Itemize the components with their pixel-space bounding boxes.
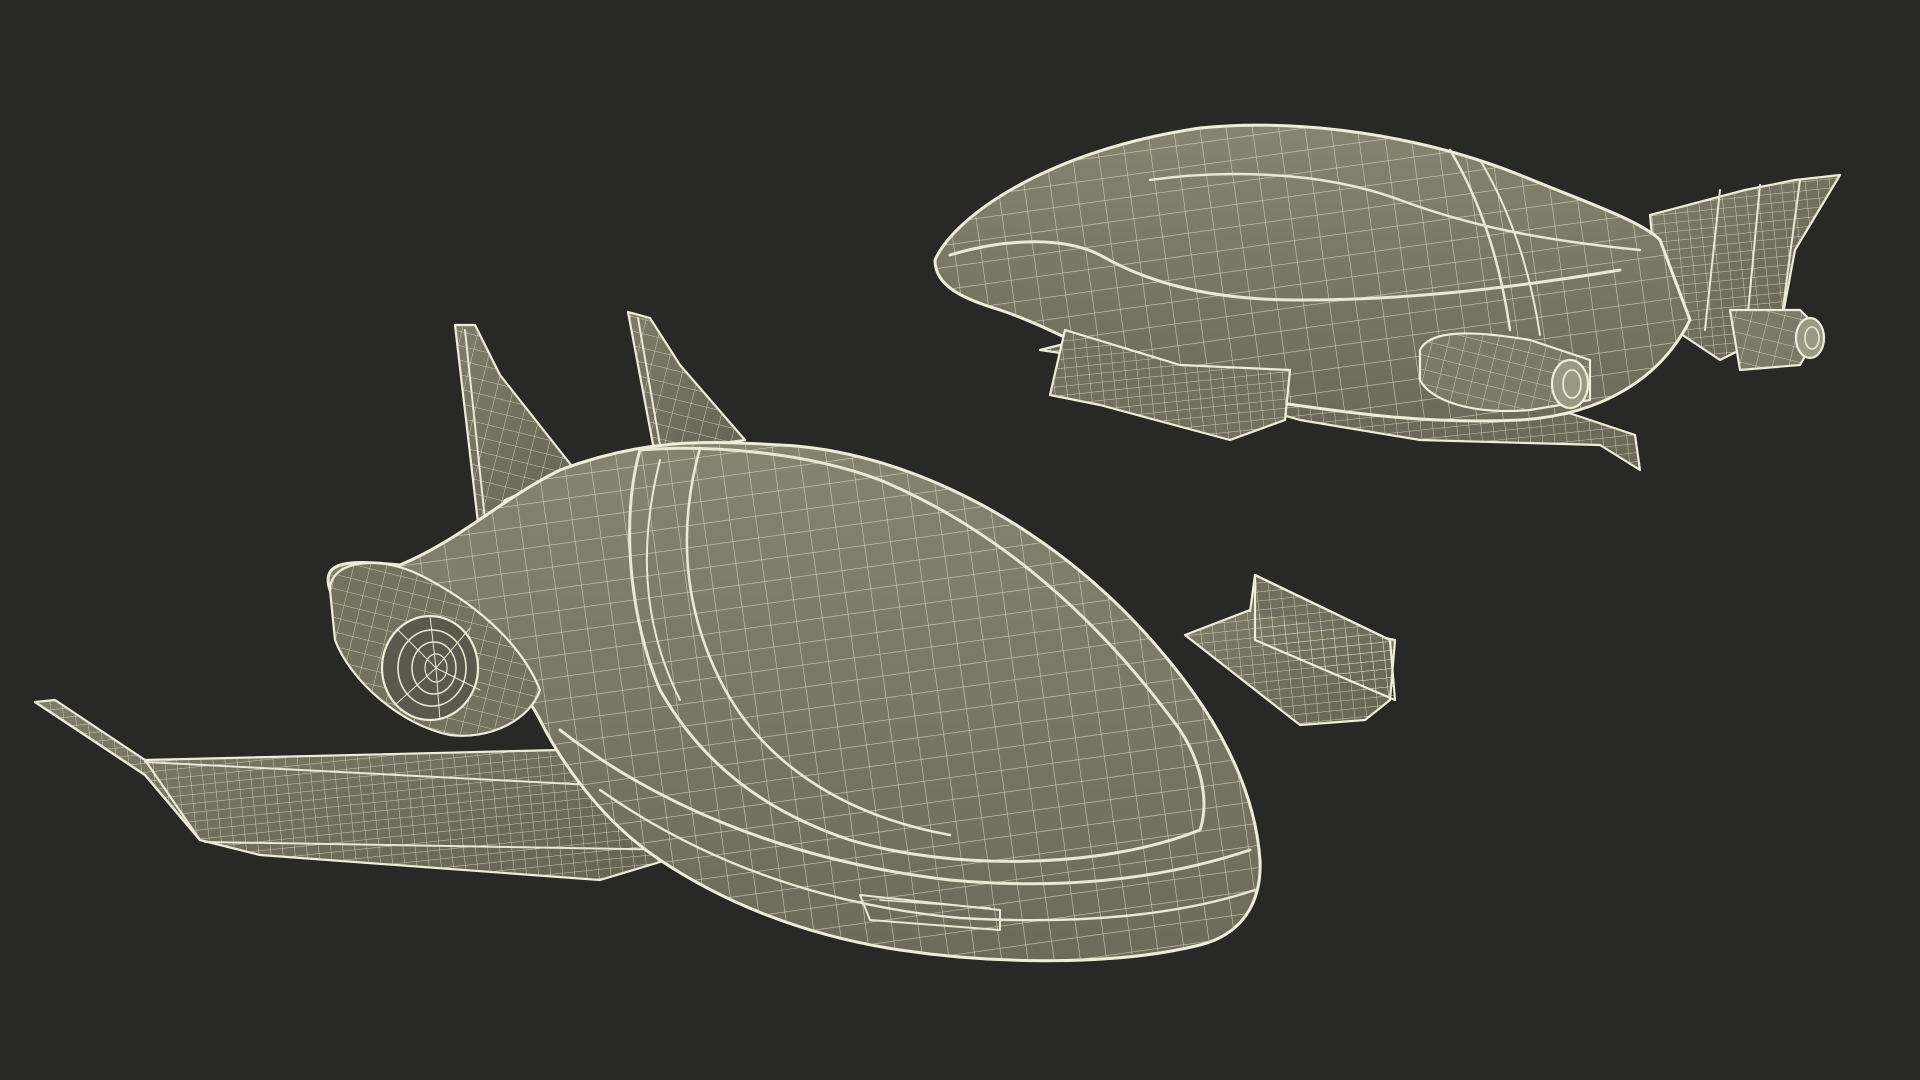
wing-right — [1183, 573, 1397, 727]
engine-pod-right — [1728, 308, 1826, 372]
dorsal-fin-right — [626, 310, 747, 457]
spaceship-back-right — [933, 123, 1842, 472]
viewport-scene — [33, 123, 1842, 963]
